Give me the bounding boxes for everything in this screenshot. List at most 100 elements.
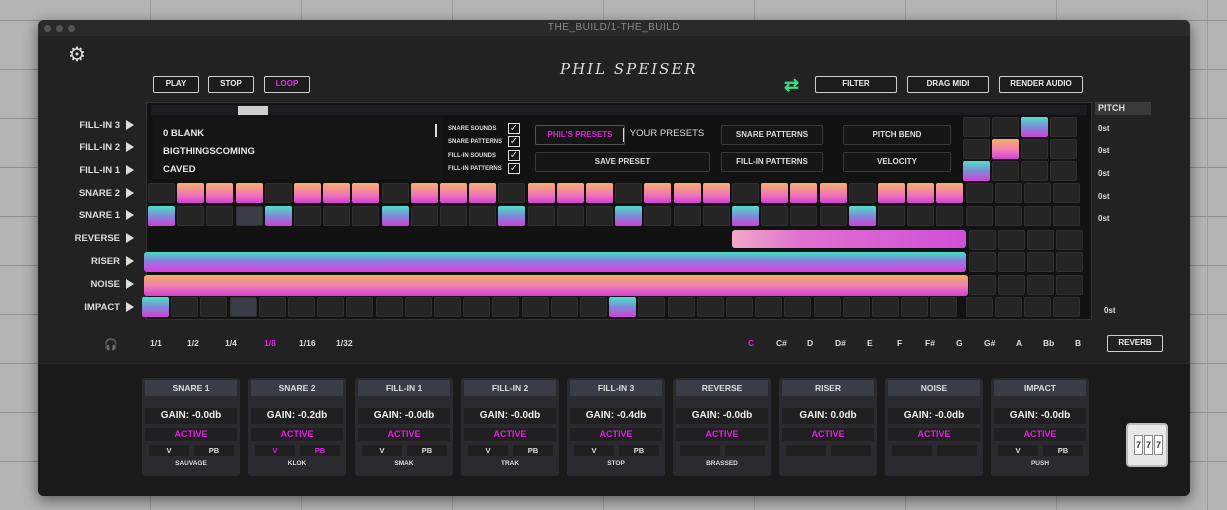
pitch-value[interactable]: 0st — [1098, 124, 1110, 133]
snare2-step[interactable] — [878, 183, 905, 203]
play-button[interactable]: PLAY — [153, 76, 199, 93]
note-gsharp[interactable]: G# — [984, 338, 995, 348]
impact-step[interactable] — [550, 297, 578, 317]
pitch-value[interactable]: 0st — [1098, 192, 1110, 201]
snare2-step[interactable] — [790, 183, 818, 203]
snare1-step[interactable] — [177, 206, 205, 226]
close-dot[interactable] — [44, 25, 51, 32]
active-toggle[interactable]: ACTIVE — [464, 428, 556, 441]
pitch-cell[interactable] — [1021, 139, 1048, 159]
pitch-cell[interactable] — [1027, 252, 1054, 272]
gear-icon[interactable]: ⚙ — [68, 42, 86, 67]
snare2-step[interactable] — [848, 183, 876, 203]
division-1-2[interactable]: 1/2 — [187, 338, 199, 348]
gain-control[interactable]: GAIN: -0.0db — [676, 408, 768, 424]
impact-step[interactable] — [784, 297, 812, 317]
note-g[interactable]: G — [956, 338, 963, 348]
velocity-toggle[interactable]: V — [998, 445, 1038, 456]
gain-control[interactable]: GAIN: 0.0db — [782, 408, 874, 424]
note-dsharp[interactable]: D# — [835, 338, 846, 348]
snare1-step[interactable] — [819, 206, 847, 226]
snare2-step[interactable] — [556, 183, 584, 203]
play-triangle-icon[interactable] — [126, 188, 134, 199]
play-triangle-icon[interactable] — [126, 256, 134, 267]
impact-step[interactable] — [930, 297, 958, 317]
note-e[interactable]: E — [867, 338, 873, 348]
save-preset-button[interactable]: SAVE PRESET — [535, 152, 710, 172]
snare2-step[interactable] — [469, 183, 497, 203]
pitchbend-toggle[interactable]: PB — [1043, 445, 1083, 456]
pitch-value[interactable]: 0st — [1104, 306, 1116, 315]
snare2-step[interactable] — [1053, 183, 1081, 203]
pitchbend-toggle[interactable] — [937, 445, 977, 456]
snare1-step[interactable] — [732, 206, 759, 226]
active-toggle[interactable]: ACTIVE — [994, 428, 1086, 441]
impact-step[interactable] — [229, 297, 257, 317]
snare2-step[interactable] — [498, 183, 526, 203]
sample-name[interactable]: KLOK — [248, 460, 346, 467]
snare1-step[interactable] — [936, 206, 964, 226]
pitchbend-toggle[interactable] — [725, 445, 765, 456]
note-bb[interactable]: Bb — [1043, 338, 1054, 348]
gain-control[interactable]: GAIN: -0.0db — [145, 408, 237, 424]
row-label[interactable]: SNARE 1 — [68, 210, 134, 228]
pitch-cell[interactable] — [998, 252, 1025, 272]
row-label[interactable]: RISER — [68, 256, 134, 274]
velocity-toggle[interactable]: V — [362, 445, 402, 456]
row-label[interactable]: FILL-IN 2 — [68, 142, 134, 160]
snare2-step[interactable] — [294, 183, 321, 203]
sample-name[interactable]: TRAK — [461, 460, 559, 467]
sample-name[interactable]: SMAK — [355, 460, 453, 467]
impact-step[interactable] — [375, 297, 403, 317]
scroll-thumb[interactable] — [238, 106, 268, 115]
pitch-cell[interactable] — [1021, 117, 1048, 137]
preset-item[interactable]: BIGTHINGSCOMING — [163, 146, 255, 157]
pitch-value[interactable]: 0st — [1098, 214, 1110, 223]
velocity-toggle[interactable]: V — [149, 445, 189, 456]
snare1-step[interactable] — [410, 206, 438, 226]
sample-name[interactable]: PUSH — [991, 460, 1089, 467]
noise-clip[interactable] — [144, 275, 968, 296]
gain-control[interactable]: GAIN: -0.4db — [570, 408, 662, 424]
impact-step[interactable] — [434, 297, 461, 317]
pitch-cell[interactable] — [969, 275, 996, 295]
pitch-cell[interactable] — [998, 230, 1025, 250]
impact-step[interactable] — [667, 297, 695, 317]
snare-patterns-button[interactable]: SNARE PATTERNS — [721, 125, 823, 145]
minimize-dot[interactable] — [56, 25, 63, 32]
snare2-step[interactable] — [381, 183, 409, 203]
impact-step[interactable] — [580, 297, 607, 317]
impact-step[interactable] — [994, 297, 1022, 317]
preset-item[interactable]: CAVED — [163, 164, 196, 175]
reverse-clip[interactable] — [732, 230, 966, 248]
pitch-cell[interactable] — [969, 230, 996, 250]
impact-step[interactable] — [492, 297, 520, 317]
drag-midi-button[interactable]: DRAG MIDI — [907, 76, 989, 93]
snare2-step[interactable] — [440, 183, 467, 203]
pitch-cell[interactable] — [1027, 230, 1054, 250]
pitch-value[interactable]: 0st — [1098, 169, 1110, 178]
snare2-step[interactable] — [264, 183, 292, 203]
snare2-step[interactable] — [615, 183, 643, 203]
gain-control[interactable]: GAIN: -0.0db — [994, 408, 1086, 424]
fillin-patterns-button[interactable]: FILL-IN PATTERNS — [721, 152, 823, 172]
snare1-step[interactable] — [615, 206, 643, 226]
impact-step[interactable] — [696, 297, 724, 317]
snare2-step[interactable] — [323, 183, 351, 203]
impact-step[interactable] — [872, 297, 899, 317]
impact-step[interactable] — [965, 297, 993, 317]
sample-name[interactable]: BRASSED — [673, 460, 771, 467]
snare2-step[interactable] — [644, 183, 672, 203]
snare1-step[interactable] — [673, 206, 701, 226]
headphones-icon[interactable]: 🎧 — [104, 338, 118, 351]
snare2-step[interactable] — [732, 183, 759, 203]
snare1-step[interactable] — [264, 206, 292, 226]
snare1-step[interactable] — [294, 206, 321, 226]
snare1-step[interactable] — [440, 206, 467, 226]
riser-clip[interactable] — [144, 252, 966, 272]
impact-step[interactable] — [1053, 297, 1081, 317]
gain-control[interactable]: GAIN: -0.0db — [888, 408, 980, 424]
sample-name[interactable]: STOP — [567, 460, 665, 467]
snare1-step[interactable] — [235, 206, 263, 226]
impact-step[interactable] — [901, 297, 929, 317]
